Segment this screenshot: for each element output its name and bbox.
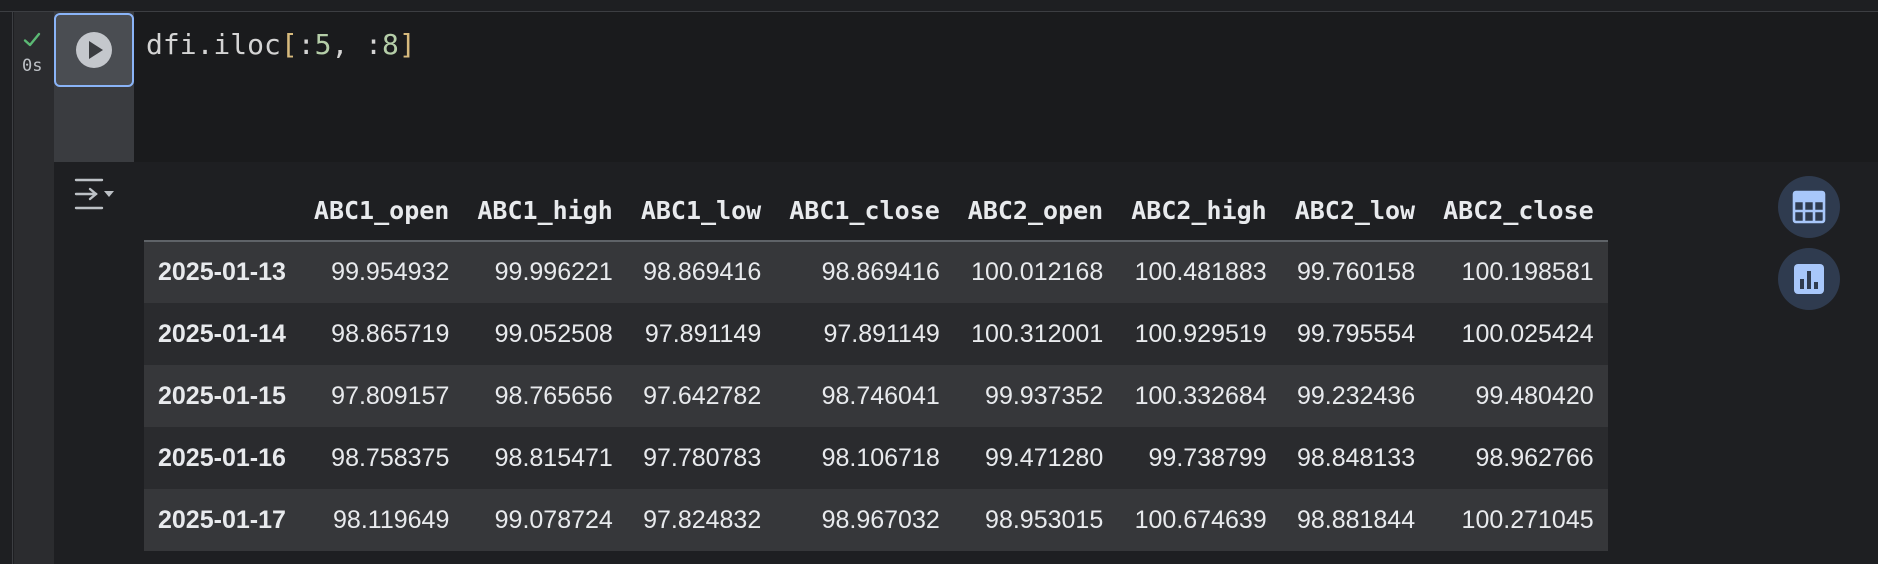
code-close-bracket: ] (398, 28, 416, 61)
table-cell: 97.642782 (643, 381, 762, 410)
table-cell: 98.967032 (821, 505, 940, 534)
table-cell: 98.746041 (821, 381, 940, 410)
column-header: ABC1_open (313, 195, 450, 225)
table-row: 2025-01-16 98.758375 98.815471 97.780783… (144, 427, 1608, 489)
row-index: 2025-01-15 (158, 381, 286, 410)
cell-status-column (14, 12, 54, 564)
column-header: ABC2_low (1294, 195, 1416, 225)
table-row: 2025-01-14 98.865719 99.052508 97.891149… (144, 303, 1608, 365)
column-header: ABC2_close (1443, 195, 1594, 225)
code-var: dfi.iloc (146, 28, 281, 61)
check-icon (23, 32, 41, 47)
output-toggle-icon[interactable] (72, 174, 118, 218)
table-cell: 98.869416 (821, 258, 940, 286)
table-cell: 97.891149 (823, 319, 940, 348)
table-cell: 99.052508 (494, 319, 613, 348)
table-cell: 100.674639 (1134, 505, 1267, 534)
convert-to-interactive-table-button[interactable] (1778, 176, 1840, 238)
table-cell: 100.012168 (971, 258, 1104, 286)
run-cell-button[interactable] (54, 13, 134, 87)
table-cell: 97.809157 (331, 381, 450, 410)
bar-chart-icon (1794, 264, 1824, 294)
table-cell: 98.962766 (1475, 443, 1594, 472)
table-cell: 98.765656 (494, 381, 613, 410)
column-header: ABC1_low (640, 195, 762, 225)
table-cell: 100.025424 (1461, 319, 1594, 348)
table-row: 2025-01-17 98.119649 99.078724 97.824832… (144, 489, 1608, 551)
table-cell: 97.824832 (643, 505, 762, 534)
table-cell: 99.795554 (1296, 319, 1416, 348)
table-icon (1792, 190, 1826, 224)
table-cell: 97.891149 (644, 319, 762, 348)
table-cell: 100.271045 (1461, 505, 1594, 534)
table-cell: 100.481883 (1134, 258, 1267, 286)
table-cell: 98.881844 (1296, 505, 1416, 534)
table-cell: 99.480420 (1475, 381, 1594, 410)
column-header: ABC1_close (789, 195, 940, 225)
code-colon-2: : (365, 28, 383, 61)
code-num-1: 5 (314, 28, 332, 61)
left-gutter (0, 12, 13, 564)
table-cell: 99.738799 (1148, 443, 1267, 472)
dataframe-table: ABC1_open ABC1_high ABC1_low ABC1_close … (144, 180, 1608, 551)
table-cell: 98.106718 (821, 443, 940, 472)
table-cell: 98.815471 (494, 443, 613, 472)
execution-time: 0s (22, 56, 43, 76)
table-cell: 99.471280 (985, 443, 1104, 472)
code-open-bracket: [ (280, 28, 298, 61)
code-num-2: 8 (382, 28, 399, 61)
table-row: 2025-01-15 97.809157 98.765656 97.642782… (144, 365, 1608, 427)
top-border (0, 0, 1878, 12)
table-cell: 97.780783 (643, 443, 762, 472)
table-cell: 98.953015 (985, 505, 1104, 534)
table-cell: 98.869416 (643, 258, 762, 286)
code-sep: , (331, 28, 366, 61)
column-header: ABC2_high (1131, 195, 1267, 225)
code-colon-1: : (297, 28, 315, 61)
table-cell: 98.865719 (331, 319, 450, 348)
table-cell: 100.929519 (1134, 319, 1267, 348)
row-index: 2025-01-17 (158, 505, 286, 534)
table-cell: 99.760158 (1296, 258, 1416, 286)
suggest-charts-button[interactable] (1778, 248, 1840, 310)
table-cell: 98.758375 (331, 443, 450, 472)
row-index: 2025-01-16 (158, 443, 286, 472)
table-cell: 98.119649 (333, 505, 450, 534)
column-header: ABC1_high (477, 195, 613, 225)
table-header-row: ABC1_open ABC1_high ABC1_low ABC1_close … (144, 180, 1608, 241)
row-index: 2025-01-13 (158, 258, 286, 286)
column-header: ABC2_open (967, 195, 1104, 225)
index-header (144, 180, 300, 241)
table-row: 2025-01-13 99.954932 99.996221 98.869416… (144, 241, 1608, 303)
table-cell: 99.937352 (985, 381, 1104, 410)
row-index: 2025-01-14 (158, 319, 286, 348)
play-icon (76, 32, 112, 68)
table-cell: 100.198581 (1461, 258, 1594, 286)
table-cell: 99.954932 (331, 258, 450, 286)
table-cell: 99.996221 (494, 258, 613, 286)
code-line[interactable]: dfi.iloc[:5, :8] (146, 28, 416, 61)
table-cell: 100.312001 (971, 319, 1104, 348)
table-cell: 98.848133 (1296, 443, 1416, 472)
table-cell: 100.332684 (1134, 381, 1267, 410)
table-cell: 99.078724 (494, 505, 613, 534)
table-cell: 99.232436 (1296, 381, 1416, 410)
